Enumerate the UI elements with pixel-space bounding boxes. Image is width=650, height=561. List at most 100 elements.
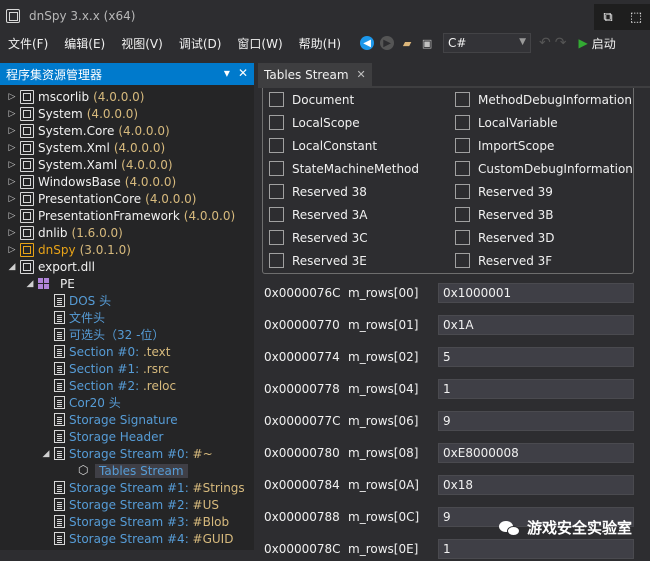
menu-view[interactable]: 视图(V) [113, 35, 171, 52]
checkbox-reserved-3e[interactable]: Reserved 3E [269, 253, 367, 268]
checkbox-box[interactable] [455, 207, 470, 222]
dropdown-icon[interactable]: ▾ [224, 66, 230, 80]
checkbox-box[interactable] [269, 230, 284, 245]
checkbox-reserved-3d[interactable]: Reserved 3D [455, 230, 555, 245]
tree-item-storage-signature[interactable]: Storage Signature [0, 411, 254, 428]
tree-item-section-1[interactable]: Section #1: .rsrc [0, 360, 254, 377]
redo-icon[interactable]: ↷ [555, 35, 567, 51]
checkbox-document[interactable]: Document [269, 92, 354, 107]
tree-item-storage-stream-1[interactable]: Storage Stream #1: #Strings [0, 479, 254, 496]
tree-item-storage-stream-2[interactable]: Storage Stream #2: #US [0, 496, 254, 513]
checkbox-reserved-3c[interactable]: Reserved 3C [269, 230, 368, 245]
language-select[interactable]: C# ▼ [443, 33, 532, 53]
expand-icon[interactable]: ▷ [6, 194, 18, 204]
checkbox-box[interactable] [269, 184, 284, 199]
checkbox-reserved-38[interactable]: Reserved 38 [269, 184, 367, 199]
checkbox-reserved-3b[interactable]: Reserved 3B [455, 207, 554, 222]
expand-icon[interactable]: ▷ [6, 92, 18, 102]
tree-item-presentationcore[interactable]: ▷ PresentationCore (4.0.0.0) [0, 190, 254, 207]
tab-tables-stream[interactable]: Tables Stream ✕ [258, 63, 372, 86]
menu-debug[interactable]: 调试(D) [171, 35, 230, 52]
checkbox-localvariable[interactable]: LocalVariable [455, 115, 558, 130]
start-icon[interactable]: ▶ [579, 36, 588, 50]
row-value-field[interactable]: 1 [438, 539, 634, 559]
tree-item-dnspy[interactable]: ▷ dnSpy (3.0.1.0) [0, 241, 254, 258]
checkbox-localconstant[interactable]: LocalConstant [269, 138, 377, 153]
tree-item-cor20-header[interactable]: Cor20 头 [0, 394, 254, 411]
tree-item-storage-header[interactable]: Storage Header [0, 428, 254, 445]
tree-item-section-2[interactable]: Section #2: .reloc [0, 377, 254, 394]
expand-icon[interactable]: ▷ [6, 211, 18, 221]
expand-icon[interactable]: ▷ [6, 245, 18, 255]
checkbox-customdebuginformation[interactable]: CustomDebugInformation [455, 161, 633, 176]
row-value-field[interactable]: 0x1000001 [438, 283, 634, 303]
menu-file[interactable]: 文件(F) [0, 35, 56, 52]
feedback-icon[interactable]: ⬚ [622, 4, 650, 30]
checkbox-box[interactable] [455, 138, 470, 153]
close-icon[interactable]: ✕ [357, 68, 366, 81]
tree-item-system-xaml[interactable]: ▷ System.Xaml (4.0.0.0) [0, 156, 254, 173]
checkbox-box[interactable] [269, 115, 284, 130]
expand-icon[interactable]: ▷ [6, 109, 18, 119]
checkbox-box[interactable] [269, 161, 284, 176]
row-value-field[interactable]: 5 [438, 347, 634, 367]
checkbox-statemachinemethod[interactable]: StateMachineMethod [269, 161, 419, 176]
tree-item-storage-stream-0[interactable]: ◢ Storage Stream #0: #~ [0, 445, 254, 462]
tree-item-system-xml[interactable]: ▷ System.Xml (4.0.0.0) [0, 139, 254, 156]
undo-icon[interactable]: ↶ [539, 35, 551, 51]
checkbox-localscope[interactable]: LocalScope [269, 115, 360, 130]
checkbox-box[interactable] [455, 161, 470, 176]
menu-help[interactable]: 帮助(H) [291, 35, 349, 52]
checkbox-methoddebuginformation[interactable]: MethodDebugInformation [455, 92, 632, 107]
start-label[interactable]: 启动 [592, 35, 616, 52]
tree-item-storage-stream-4[interactable]: Storage Stream #4: #GUID [0, 530, 254, 547]
row-value-field[interactable]: 0x18 [438, 475, 634, 495]
tree-item-windowsbase[interactable]: ▷ WindowsBase (4.0.0.0) [0, 173, 254, 190]
tree-item-tables-stream[interactable]: ⬡ Tables Stream [0, 462, 254, 479]
tree-item-dnlib[interactable]: ▷ dnlib (1.6.0.0) [0, 224, 254, 241]
back-button[interactable]: ◀ [359, 35, 375, 51]
forward-button[interactable]: ▶ [379, 35, 395, 51]
tree-item-section-0[interactable]: Section #0: .text [0, 343, 254, 360]
row-value-field[interactable]: 9 [438, 411, 634, 431]
new-window-icon[interactable]: ⧉ [594, 4, 622, 30]
tree-item-system[interactable]: ▷ System (4.0.0.0) [0, 105, 254, 122]
row-value-field[interactable]: 0x1A [438, 315, 634, 335]
tree-item-mscorlib[interactable]: ▷ mscorlib (4.0.0.0) [0, 88, 254, 105]
close-icon[interactable]: ✕ [238, 66, 248, 80]
expand-icon[interactable]: ▷ [6, 160, 18, 170]
checkbox-importscope[interactable]: ImportScope [455, 138, 554, 153]
collapse-icon[interactable]: ◢ [6, 262, 18, 272]
checkbox-box[interactable] [269, 253, 284, 268]
expand-icon[interactable]: ▷ [6, 177, 18, 187]
checkbox-box[interactable] [455, 92, 470, 107]
expand-icon[interactable]: ▷ [6, 143, 18, 153]
expand-icon[interactable]: ▷ [6, 126, 18, 136]
tree-item-dos-header[interactable]: DOS 头 [0, 292, 254, 309]
row-value-field[interactable]: 1 [438, 379, 634, 399]
expand-icon[interactable]: ▷ [6, 228, 18, 238]
checkbox-box[interactable] [269, 207, 284, 222]
checkbox-box[interactable] [455, 115, 470, 130]
tree-item-pe[interactable]: ◢ PE [0, 275, 254, 292]
tree-item-file-header[interactable]: 文件头 [0, 309, 254, 326]
collapse-icon[interactable]: ◢ [24, 279, 36, 289]
checkbox-box[interactable] [269, 92, 284, 107]
tree-item-storage-stream-3[interactable]: Storage Stream #3: #Blob [0, 513, 254, 530]
menu-window[interactable]: 窗口(W) [229, 35, 290, 52]
tree-item-presentationframework[interactable]: ▷ PresentationFramework (4.0.0.0) [0, 207, 254, 224]
tree-item-system-core[interactable]: ▷ System.Core (4.0.0.0) [0, 122, 254, 139]
checkbox-reserved-39[interactable]: Reserved 39 [455, 184, 553, 199]
checkbox-box[interactable] [455, 230, 470, 245]
checkbox-box[interactable] [269, 138, 284, 153]
menu-edit[interactable]: 编辑(E) [56, 35, 113, 52]
checkbox-reserved-3a[interactable]: Reserved 3A [269, 207, 368, 222]
tree-item-optional-header[interactable]: 可选头（32 -位） [0, 326, 254, 343]
tree-item-export-dll[interactable]: ◢ export.dll [0, 258, 254, 275]
checkbox-reserved-3f[interactable]: Reserved 3F [455, 253, 552, 268]
save-icon[interactable]: ▣ [419, 35, 435, 51]
checkbox-box[interactable] [455, 253, 470, 268]
collapse-icon[interactable]: ◢ [40, 449, 52, 459]
row-value-field[interactable]: 0xE8000008 [438, 443, 634, 463]
checkbox-box[interactable] [455, 184, 470, 199]
